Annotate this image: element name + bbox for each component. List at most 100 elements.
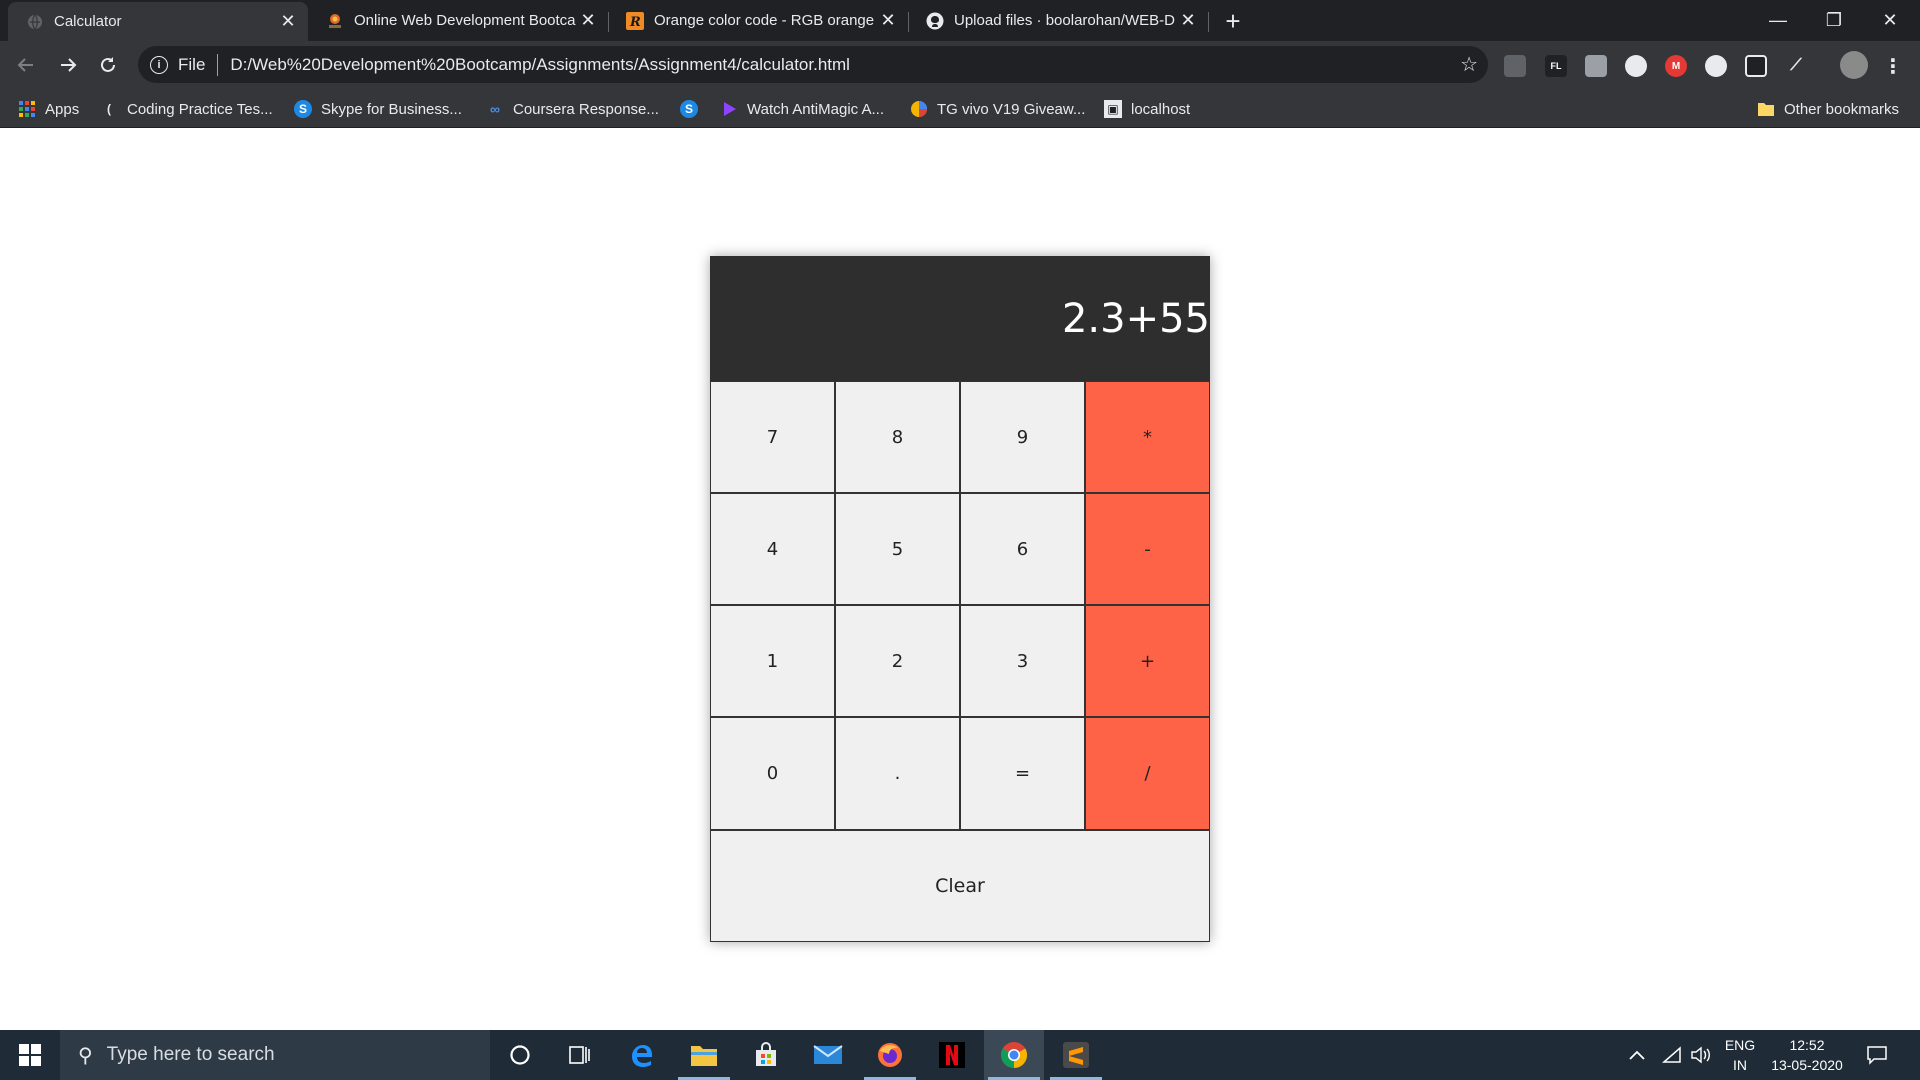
search-placeholder: Type here to search	[106, 1044, 275, 1065]
network-status[interactable]	[1662, 1030, 1682, 1080]
reload-button[interactable]	[92, 49, 124, 81]
volume-control[interactable]	[1690, 1030, 1712, 1080]
close-tab-icon[interactable]: ✕	[276, 10, 300, 34]
taskbar-search-box[interactable]: ⚲ Type here to search	[60, 1030, 490, 1080]
bookmark-skype[interactable]: S	[680, 98, 707, 120]
extension-pen-icon[interactable]	[1705, 55, 1727, 77]
bookmark-star-icon[interactable]: ☆	[1460, 52, 1478, 77]
chrome-app[interactable]	[984, 1030, 1044, 1080]
key-5[interactable]: 5	[835, 493, 960, 605]
extension-gray-icon[interactable]	[1585, 55, 1607, 77]
close-tab-icon[interactable]: ✕	[576, 9, 600, 33]
bookmark-coding-practice[interactable]: ( Coding Practice Tes...	[100, 98, 273, 120]
sublime-text-icon	[1063, 1042, 1089, 1068]
address-bar[interactable]: i File D:/Web%20Development%20Bootcamp/A…	[138, 46, 1488, 83]
tab-orange-color-code[interactable]: R Orange color code - RGB orange ✕	[608, 0, 908, 41]
key-6[interactable]: 6	[960, 493, 1085, 605]
netflix-app[interactable]	[922, 1030, 982, 1080]
profile-avatar[interactable]	[1840, 51, 1868, 79]
minimize-button[interactable]: —	[1750, 0, 1806, 40]
edge-app[interactable]	[612, 1030, 672, 1080]
cortana-button[interactable]	[490, 1030, 550, 1080]
clear-button[interactable]: Clear	[710, 830, 1210, 942]
bookmark-label: Skype for Business...	[321, 100, 462, 118]
close-tab-icon[interactable]: ✕	[876, 9, 900, 33]
input-language[interactable]: ENG IN	[1720, 1035, 1760, 1075]
key-equals[interactable]: =	[960, 717, 1085, 830]
key-decimal[interactable]: .	[835, 717, 960, 830]
key-subtract[interactable]: -	[1085, 493, 1210, 605]
back-arrow-icon	[17, 58, 33, 72]
key-2[interactable]: 2	[835, 605, 960, 717]
close-tab-icon[interactable]: ✕	[1176, 9, 1200, 33]
chevron-up-icon	[1629, 1050, 1645, 1060]
key-4[interactable]: 4	[710, 493, 835, 605]
key-1[interactable]: 1	[710, 605, 835, 717]
extension-brush-icon[interactable]: ⟋	[1785, 55, 1807, 77]
key-9[interactable]: 9	[960, 381, 1085, 493]
key-3[interactable]: 3	[960, 605, 1085, 717]
bookmark-localhost[interactable]: ▣ localhost	[1104, 98, 1190, 120]
bookmark-antimagic[interactable]: Watch AntiMagic A...	[720, 98, 884, 120]
search-icon: ⚲	[78, 1044, 93, 1067]
key-multiply[interactable]: *	[1085, 381, 1210, 493]
browser-tab-strip: Calculator ✕ Online Web Development Boot…	[0, 0, 1920, 41]
close-window-button[interactable]: ✕	[1862, 0, 1918, 40]
tab-github-upload[interactable]: Upload files · boolarohan/WEB-D ✕	[908, 0, 1208, 41]
extension-cube-icon[interactable]	[1745, 55, 1767, 77]
key-8[interactable]: 8	[835, 381, 960, 493]
store-bag-icon	[756, 1042, 776, 1066]
clock-time: 12:52	[1789, 1037, 1825, 1053]
file-explorer-app[interactable]	[674, 1030, 734, 1080]
other-bookmarks[interactable]: Other bookmarks	[1757, 98, 1899, 120]
skype-icon: S	[294, 100, 312, 118]
tab-web-dev-bootcamp[interactable]: Online Web Development Bootcamp ✕	[308, 0, 608, 41]
bookmark-skype-business[interactable]: S Skype for Business...	[294, 98, 462, 120]
mail-app[interactable]	[798, 1030, 858, 1080]
store-app[interactable]	[736, 1030, 796, 1080]
tab-calculator[interactable]: Calculator ✕	[8, 2, 308, 41]
wifi-icon	[1662, 1046, 1681, 1063]
tg-vivo-icon	[910, 100, 928, 118]
extension-notes-icon[interactable]	[1504, 55, 1526, 77]
restore-button[interactable]: ❐	[1806, 0, 1862, 40]
show-hidden-icons[interactable]	[1628, 1030, 1646, 1080]
sublime-text-app[interactable]	[1046, 1030, 1106, 1080]
notification-icon	[1867, 1046, 1887, 1065]
mail-envelope-icon	[813, 1045, 843, 1064]
coursera-icon: ∞	[490, 101, 500, 117]
folder-icon	[1757, 100, 1775, 118]
browser-toolbar: i File D:/Web%20Development%20Bootcamp/A…	[0, 41, 1920, 89]
speaker-icon	[1691, 1046, 1710, 1064]
localhost-icon: ▣	[1104, 100, 1122, 118]
action-center-button[interactable]	[1866, 1030, 1888, 1080]
key-0[interactable]: 0	[710, 717, 835, 830]
coding-practice-icon: (	[107, 102, 111, 116]
key-add[interactable]: +	[1085, 605, 1210, 717]
skype-icon: S	[680, 100, 698, 118]
key-divide[interactable]: /	[1085, 717, 1210, 830]
bookmark-coursera[interactable]: ∞ Coursera Response...	[486, 98, 659, 120]
info-icon[interactable]: i	[150, 55, 168, 74]
firefox-app[interactable]	[860, 1030, 920, 1080]
extension-block-icon[interactable]	[1625, 55, 1647, 77]
start-button[interactable]	[0, 1030, 60, 1080]
region-code: IN	[1733, 1057, 1747, 1073]
edge-icon	[632, 1045, 652, 1067]
tab-title: Calculator	[54, 13, 122, 30]
forward-button[interactable]	[52, 49, 84, 81]
bookmark-apps[interactable]: Apps	[18, 98, 79, 120]
globe-icon	[26, 13, 44, 31]
play-icon	[720, 100, 738, 118]
task-view-button[interactable]	[550, 1030, 610, 1080]
url-divider	[217, 53, 219, 76]
bookmark-tg-vivo[interactable]: TG vivo V19 Giveaw...	[910, 98, 1085, 120]
extension-fl-icon[interactable]: FL	[1545, 55, 1567, 77]
key-7[interactable]: 7	[710, 381, 835, 493]
extension-m-icon[interactable]: M	[1665, 55, 1687, 77]
clock[interactable]: 12:52 13-05-2020	[1768, 1035, 1846, 1075]
menu-kebab-icon[interactable]: ⋮	[1882, 55, 1904, 78]
bookmarks-bar: Apps ( Coding Practice Tes... S Skype fo…	[0, 89, 1920, 128]
new-tab-button[interactable]: +	[1218, 6, 1248, 36]
back-button[interactable]	[10, 49, 42, 81]
